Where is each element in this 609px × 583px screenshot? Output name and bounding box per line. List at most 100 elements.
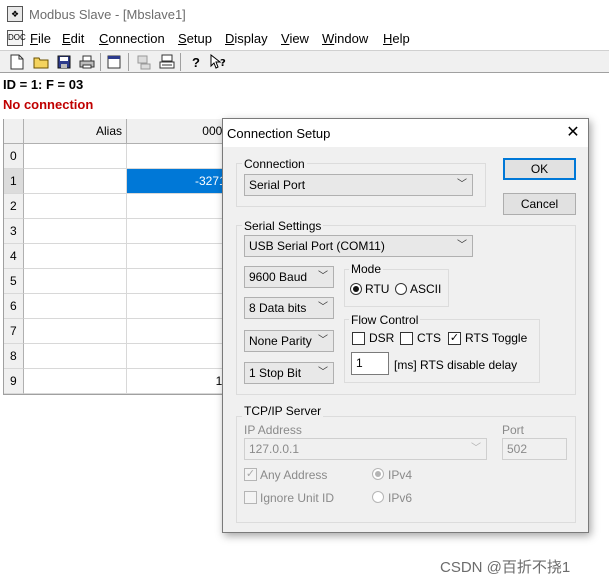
cancel-button[interactable]: Cancel <box>503 193 576 215</box>
disconnected-icon[interactable] <box>135 53 153 71</box>
ipv4-radio[interactable] <box>372 468 384 480</box>
help-icon[interactable]: ? <box>187 53 205 71</box>
alias-cell[interactable] <box>24 144 127 169</box>
column-header-value[interactable]: 0000( <box>127 119 234 144</box>
alias-cell[interactable] <box>24 294 127 319</box>
row-header[interactable]: 3 <box>4 219 24 244</box>
cts-checkbox[interactable] <box>400 332 413 345</box>
alias-cell[interactable] <box>24 194 127 219</box>
alias-cell[interactable] <box>24 269 127 294</box>
register-value-cell[interactable]: 4 <box>127 219 234 244</box>
chevron-down-icon: ﹀ <box>318 271 328 282</box>
rts-toggle-checkbox[interactable]: ✓ <box>448 332 461 345</box>
menu-view[interactable]: View <box>281 31 309 46</box>
row-header[interactable]: 7 <box>4 319 24 344</box>
register-value-cell[interactable]: 7 <box>127 294 234 319</box>
menu-help[interactable]: Help <box>383 31 410 46</box>
stop-bits-value: 1 Stop Bit <box>249 366 302 380</box>
row-header[interactable]: 8 <box>4 344 24 369</box>
rts-delay-input[interactable]: 1 <box>351 352 389 375</box>
mode-label: Mode <box>349 262 384 276</box>
ipv6-radio[interactable] <box>372 491 384 503</box>
context-help-icon[interactable]: ? <box>209 53 227 71</box>
window-titlebar: ❖ Modbus Slave - [Mbslave1] <box>0 0 609 28</box>
toolbar-separator <box>128 53 129 71</box>
dsr-checkbox[interactable] <box>352 332 365 345</box>
register-value-cell[interactable]: 5 <box>127 244 234 269</box>
alias-cell[interactable] <box>24 369 127 394</box>
app-icon: ❖ <box>7 6 23 22</box>
window-icon[interactable] <box>105 53 123 71</box>
register-value-cell[interactable]: 9 <box>127 344 234 369</box>
row-header[interactable]: 1 <box>4 169 24 194</box>
register-value-cell[interactable]: 8 <box>127 319 234 344</box>
register-value-cell[interactable] <box>127 144 234 169</box>
row-header[interactable]: 9 <box>4 369 24 394</box>
chevron-down-icon: ﹀ <box>457 179 467 190</box>
row-header[interactable]: 5 <box>4 269 24 294</box>
alias-cell[interactable] <box>24 344 127 369</box>
ok-button[interactable]: OK <box>503 158 576 180</box>
alias-cell[interactable] <box>24 219 127 244</box>
row-header[interactable]: 2 <box>4 194 24 219</box>
ascii-label: ASCII <box>410 282 442 296</box>
chevron-down-icon: ﹀ <box>318 302 328 313</box>
any-address-label: Any Address <box>260 468 328 482</box>
ignore-unit-id-checkbox[interactable] <box>244 491 257 504</box>
chevron-down-icon: ﹀ <box>318 335 328 346</box>
dialog-titlebar: Connection Setup ✕ <box>223 119 588 147</box>
cts-label: CTS <box>417 331 441 345</box>
menu-window[interactable]: Window <box>322 31 368 46</box>
ipv4-label: IPv4 <box>388 468 413 482</box>
register-value-cell[interactable]: 10 <box>127 369 234 394</box>
alias-cell[interactable] <box>24 169 127 194</box>
connected-icon[interactable] <box>158 53 176 71</box>
ignore-unit-id-label: Ignore Unit ID <box>260 491 335 505</box>
row-header[interactable]: 0 <box>4 144 24 169</box>
any-address-checkbox[interactable]: ✓ <box>244 468 257 481</box>
menu-edit[interactable]: Edit <box>62 31 84 46</box>
flow-control-label: Flow Control <box>349 313 421 327</box>
data-bits-select[interactable]: 8 Data bits ﹀ <box>244 297 334 319</box>
baud-rate-select[interactable]: 9600 Baud ﹀ <box>244 266 334 288</box>
toolbar-separator <box>180 53 181 71</box>
connection-setup-dialog: Connection Setup ✕ Connection Serial Por… <box>222 118 589 533</box>
alias-cell[interactable] <box>24 319 127 344</box>
register-value-cell[interactable]: -3271: <box>127 169 234 194</box>
dialog-title: Connection Setup <box>227 126 331 141</box>
print-icon[interactable] <box>78 53 96 71</box>
rtu-radio[interactable] <box>350 283 362 295</box>
menu-file[interactable]: File <box>30 31 51 46</box>
data-bits-value: 8 Data bits <box>249 301 307 315</box>
serial-port-select[interactable]: USB Serial Port (COM11) ﹀ <box>244 235 473 257</box>
grid-border <box>3 394 233 395</box>
save-icon[interactable] <box>55 53 73 71</box>
row-header[interactable]: 4 <box>4 244 24 269</box>
register-value-cell[interactable]: 3 <box>127 194 234 219</box>
column-header-alias[interactable]: Alias <box>24 119 127 144</box>
tcpip-server-label: TCP/IP Server <box>242 404 324 418</box>
open-folder-icon[interactable] <box>32 53 50 71</box>
menu-bar: DOC File Edit Connection Setup Display V… <box>0 28 609 50</box>
document-icon[interactable]: DOC <box>7 30 26 46</box>
toolbar-separator <box>100 53 101 71</box>
menu-setup[interactable]: Setup <box>178 31 212 46</box>
parity-select[interactable]: None Parity ﹀ <box>244 330 334 352</box>
ip-address-select[interactable]: 127.0.0.1 ﹀ <box>244 438 487 460</box>
alias-cell[interactable] <box>24 244 127 269</box>
menu-display[interactable]: Display <box>225 31 268 46</box>
register-value-cell[interactable]: 6 <box>127 269 234 294</box>
toolbar: ? ? <box>0 50 609 73</box>
rts-toggle-label: RTS Toggle <box>465 331 528 345</box>
chevron-down-icon: ﹀ <box>471 443 481 454</box>
port-input[interactable]: 502 <box>502 438 567 460</box>
ascii-radio[interactable] <box>395 283 407 295</box>
port-label: Port <box>502 423 525 437</box>
menu-connection[interactable]: Connection <box>99 31 165 46</box>
new-document-icon[interactable] <box>8 53 26 71</box>
close-icon[interactable]: ✕ <box>561 122 585 144</box>
rts-delay-label: [ms] RTS disable delay <box>394 358 518 372</box>
row-header[interactable]: 6 <box>4 294 24 319</box>
stop-bits-select[interactable]: 1 Stop Bit ﹀ <box>244 362 334 384</box>
connection-type-select[interactable]: Serial Port ﹀ <box>244 174 473 196</box>
